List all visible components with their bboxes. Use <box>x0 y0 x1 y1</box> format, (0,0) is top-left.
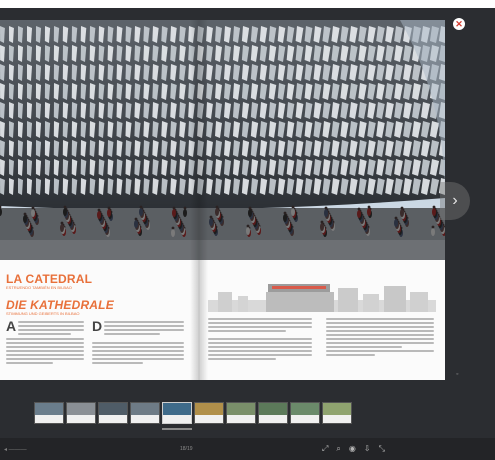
thumbnail-1[interactable] <box>34 402 64 424</box>
paragraph-2 <box>6 338 84 366</box>
thumbnail-current-marker <box>162 428 192 430</box>
close-icon: ✕ <box>455 19 463 29</box>
magazine-spread[interactable]: LA CATEDRAL ESTRUENDO TAMBIÉN EN BILBAO … <box>0 20 445 380</box>
thumbnail-9[interactable] <box>290 402 320 424</box>
headline-german: DIE KATHEDRALE <box>6 298 114 312</box>
fullscreen-icon[interactable]: ⤡ <box>379 444 385 454</box>
thumbnail-8[interactable] <box>258 402 288 424</box>
skyline-illustration <box>208 284 436 312</box>
thumbnail-5[interactable] <box>162 402 192 424</box>
dropcap-a: A <box>6 318 17 334</box>
right-column-2 <box>326 318 434 358</box>
side-panel <box>445 8 495 452</box>
subhead-spanish: ESTRUENDO TAMBIÉN EN BILBAO <box>6 285 72 290</box>
thumbnail-7[interactable] <box>226 402 256 424</box>
paragraph-3 <box>104 321 184 337</box>
thumbnail-3[interactable] <box>98 402 128 424</box>
dropcap-d: D <box>92 318 103 334</box>
left-page: LA CATEDRAL ESTRUENDO TAMBIÉN EN BILBAO … <box>0 260 198 380</box>
headline-spanish: LA CATEDRAL <box>6 272 93 286</box>
paragraph-1 <box>18 321 84 337</box>
toolbar-icons: ⤢ ⌕ ◉ ⇩ ⤡ <box>322 444 385 454</box>
share-icon[interactable]: ◉ <box>349 444 356 454</box>
page-indicator: 18/19 <box>180 446 193 452</box>
page-corner-icon[interactable]: ◦ <box>456 371 458 378</box>
thumbnail-6[interactable] <box>194 402 224 424</box>
paragraph-4 <box>92 342 184 366</box>
chevron-right-icon: › <box>452 192 458 209</box>
thumbnail-strip <box>34 402 352 426</box>
search-icon[interactable]: ⌕ <box>336 444 340 454</box>
stadium-photo <box>0 20 445 260</box>
right-column-1 <box>208 318 312 362</box>
zoom-icon[interactable]: ⤢ <box>322 444 328 454</box>
flipbook-viewer: LA CATEDRAL ESTRUENDO TAMBIÉN EN BILBAO … <box>0 8 495 460</box>
subhead-german: STIMMUNG UND GEIBERTS IN BILBAO <box>6 311 80 316</box>
thumbnail-2[interactable] <box>66 402 96 424</box>
close-button[interactable]: ✕ <box>453 18 465 30</box>
bottom-toolbar: ◂ ——— 18/19 ⤢ ⌕ ◉ ⇩ ⤡ <box>0 438 495 460</box>
thumbnail-4[interactable] <box>130 402 160 424</box>
download-icon[interactable]: ⇩ <box>364 444 371 454</box>
right-page <box>200 260 445 380</box>
thumbnail-10[interactable] <box>322 402 352 424</box>
